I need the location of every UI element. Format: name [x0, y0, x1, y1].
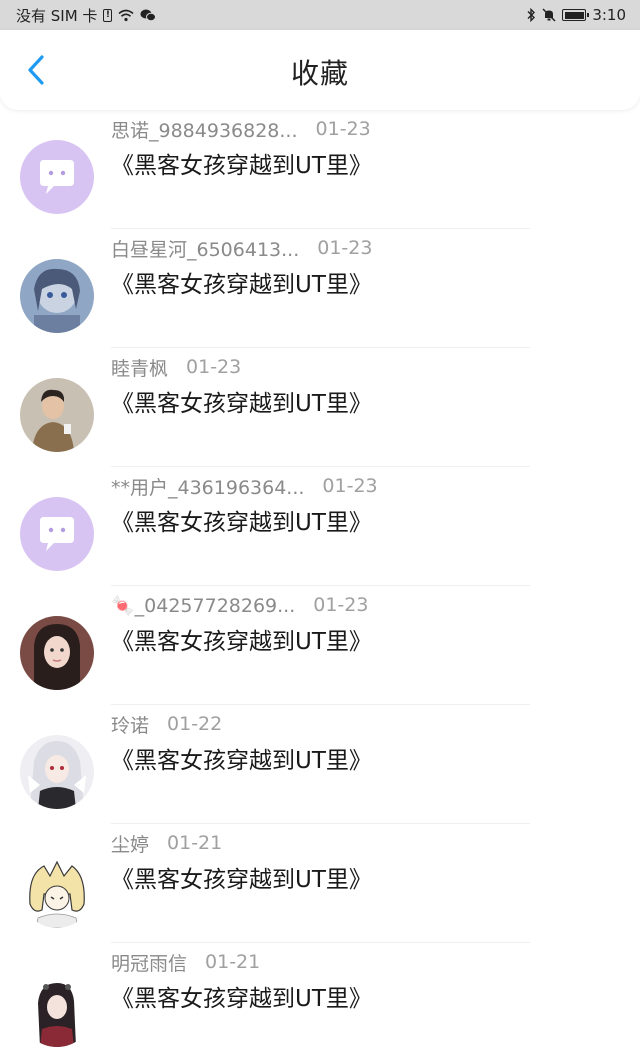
username[interactable]: 玲诺 — [111, 711, 149, 738]
username[interactable]: 思诺_9884936828... — [111, 116, 298, 143]
carrier-text: 没有 SIM 卡 — [16, 6, 98, 25]
item-meta: 尘婷 01-21 — [111, 826, 222, 860]
list-item[interactable]: 思诺_9884936828... 01-23 《黑客女孩穿越到UT里》 — [0, 110, 640, 229]
list-item[interactable]: 明冠雨信 01-21 《黑客女孩穿越到UT里》 — [0, 943, 640, 1062]
list-item[interactable]: 睦青枫 01-23 《黑客女孩穿越到UT里》 — [0, 348, 640, 467]
sim-alert-icon: ! — [103, 8, 113, 22]
status-right: 3:10 — [526, 6, 626, 24]
clock: 3:10 — [592, 6, 626, 24]
favorites-list: 思诺_9884936828... 01-23 《黑客女孩穿越到UT里》 白昼星河… — [0, 110, 640, 1062]
bluetooth-icon — [526, 8, 536, 22]
item-title[interactable]: 《黑客女孩穿越到UT里》 — [111, 979, 372, 1013]
date: 01-22 — [167, 713, 223, 735]
list-item[interactable]: 玲诺 01-22 《黑客女孩穿越到UT里》 — [0, 705, 640, 824]
item-meta: 玲诺 01-22 — [111, 707, 222, 741]
item-title[interactable]: 《黑客女孩穿越到UT里》 — [111, 146, 372, 180]
photo-avatar[interactable] — [20, 616, 94, 690]
item-meta: **用户_436196364... 01-23 — [111, 469, 378, 503]
date: 01-21 — [167, 832, 223, 854]
list-item[interactable]: 🍬_04257728269... 01-23 《黑客女孩穿越到UT里》 — [0, 586, 640, 705]
item-title[interactable]: 《黑客女孩穿越到UT里》 — [111, 384, 372, 418]
item-meta: 睦青枫 01-23 — [111, 350, 241, 384]
username[interactable]: **用户_436196364... — [111, 473, 304, 500]
chat-bubble-avatar[interactable] — [20, 497, 94, 571]
chat-bubble-avatar[interactable] — [20, 140, 94, 214]
date: 01-21 — [205, 951, 261, 973]
wechat-icon — [140, 9, 157, 22]
header-bar: 收藏 — [0, 30, 640, 110]
date: 01-23 — [313, 594, 369, 616]
wifi-icon — [118, 9, 134, 22]
item-title[interactable]: 《黑客女孩穿越到UT里》 — [111, 622, 372, 656]
item-meta: 白昼星河_6506413... 01-23 — [111, 231, 372, 265]
username[interactable]: 🍬_04257728269... — [111, 594, 295, 617]
item-title[interactable]: 《黑客女孩穿越到UT里》 — [111, 741, 372, 775]
username[interactable]: 尘婷 — [111, 830, 149, 857]
page-title: 收藏 — [290, 57, 349, 90]
username[interactable]: 白昼星河_6506413... — [111, 235, 299, 262]
item-meta: 明冠雨信 01-21 — [111, 945, 260, 979]
anime-avatar[interactable] — [20, 973, 94, 1047]
status-left: 没有 SIM 卡 ! — [16, 5, 157, 26]
item-title[interactable]: 《黑客女孩穿越到UT里》 — [111, 860, 372, 894]
list-item[interactable]: 白昼星河_6506413... 01-23 《黑客女孩穿越到UT里》 — [0, 229, 640, 348]
battery-icon — [562, 9, 590, 21]
anime-avatar[interactable] — [20, 735, 94, 809]
list-item[interactable]: **用户_436196364... 01-23 《黑客女孩穿越到UT里》 — [0, 467, 640, 586]
item-meta: 思诺_9884936828... 01-23 — [111, 112, 371, 146]
date: 01-23 — [322, 475, 378, 497]
anime-avatar[interactable] — [20, 259, 94, 333]
date: 01-23 — [317, 237, 373, 259]
item-title[interactable]: 《黑客女孩穿越到UT里》 — [111, 265, 372, 299]
list-item[interactable]: 尘婷 01-21 《黑客女孩穿越到UT里》 — [0, 824, 640, 943]
notifications-muted-icon — [542, 8, 556, 22]
status-bar: 没有 SIM 卡 ! 3:10 — [0, 0, 640, 30]
username[interactable]: 睦青枫 — [111, 354, 168, 381]
username[interactable]: 明冠雨信 — [111, 949, 187, 976]
date: 01-23 — [315, 118, 371, 140]
date: 01-23 — [186, 356, 242, 378]
item-meta: 🍬_04257728269... 01-23 — [111, 588, 368, 622]
anime-avatar[interactable] — [20, 854, 94, 928]
photo-avatar[interactable] — [20, 378, 94, 452]
item-title[interactable]: 《黑客女孩穿越到UT里》 — [111, 503, 372, 537]
